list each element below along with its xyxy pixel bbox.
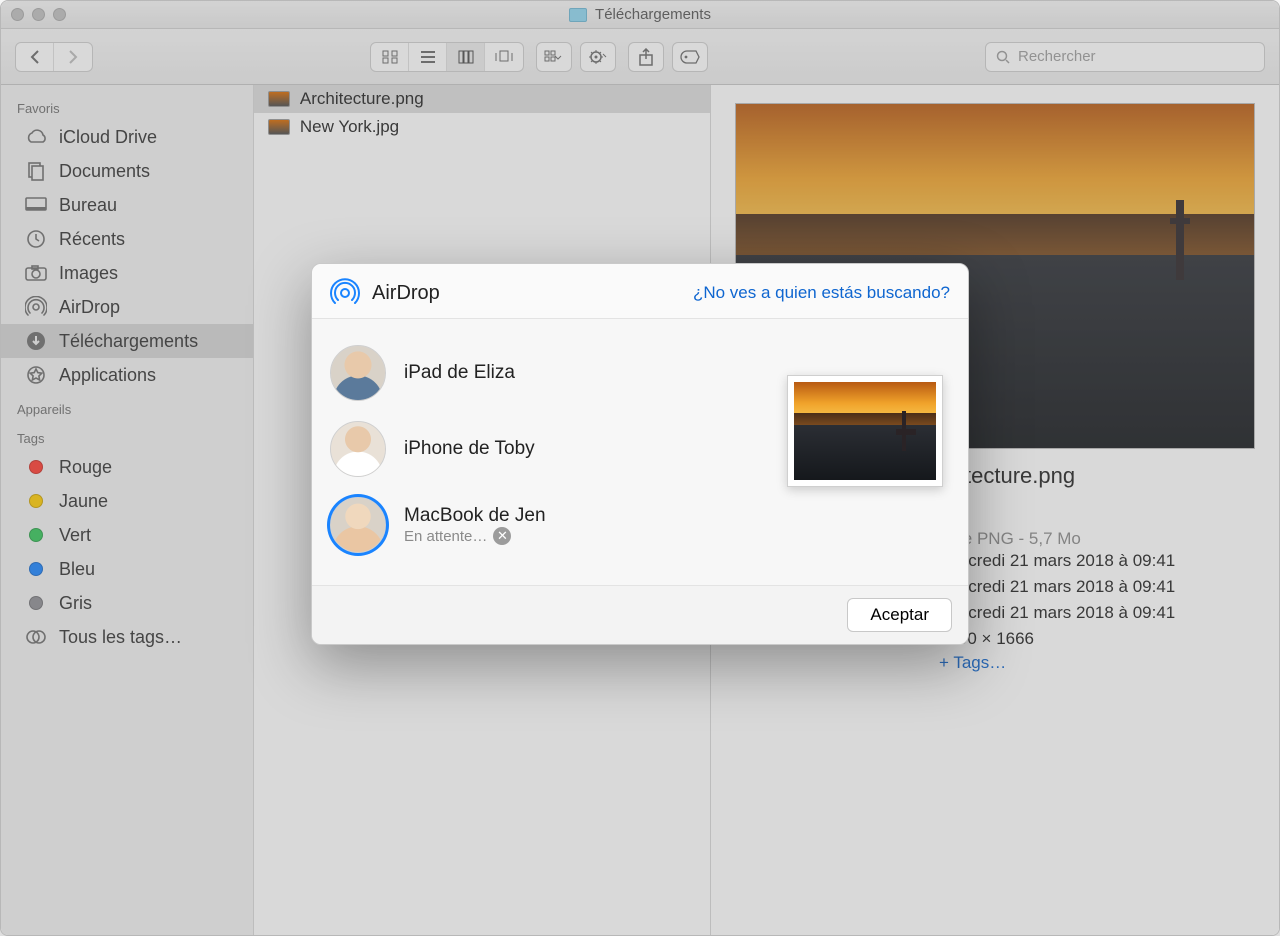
finder-window: Téléchargements Rechercher (0, 0, 1280, 936)
airdrop-thumbnail (787, 375, 943, 487)
airdrop-help-link[interactable]: ¿No ves a quien estás buscando? (693, 283, 950, 303)
accept-button[interactable]: Aceptar (847, 598, 952, 632)
airdrop-icon (330, 278, 360, 308)
target-status: En attente… (404, 528, 487, 545)
airdrop-sheet: AirDrop ¿No ves a quien estás buscando? … (311, 263, 969, 645)
avatar (330, 497, 386, 553)
target-name: iPhone de Toby (404, 438, 535, 460)
target-name: MacBook de Jen (404, 505, 546, 527)
avatar (330, 421, 386, 477)
cancel-icon[interactable]: ✕ (493, 527, 511, 545)
airdrop-target[interactable]: MacBook de JenEn attente… ✕ (330, 487, 762, 563)
avatar (330, 345, 386, 401)
target-name: iPad de Eliza (404, 362, 515, 384)
airdrop-title: AirDrop (372, 282, 440, 305)
airdrop-target[interactable]: iPad de Eliza (330, 335, 762, 411)
airdrop-target[interactable]: iPhone de Toby (330, 411, 762, 487)
